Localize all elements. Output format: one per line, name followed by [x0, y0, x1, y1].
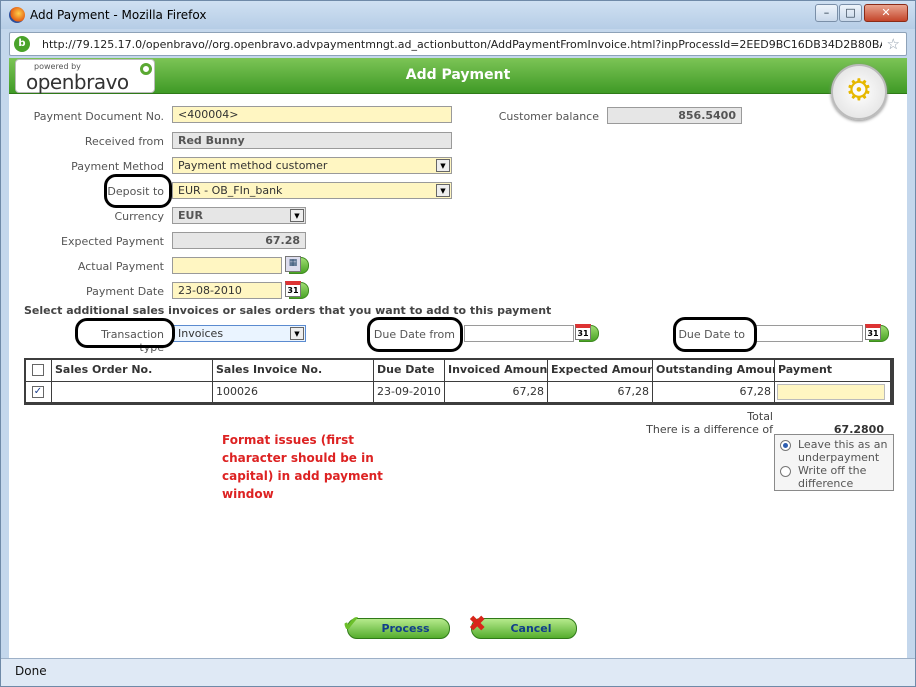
annotation-oval-transaction-type	[75, 318, 175, 348]
annotation-oval-due-date-to	[673, 317, 757, 352]
cancel-button[interactable]: ✖ Cancel	[468, 612, 577, 639]
browser-window: Add Payment - Mozilla Firefox – □ ✕ b ht…	[0, 0, 916, 687]
chevron-down-icon[interactable]: ▼	[290, 327, 304, 340]
deposit-to-select[interactable]: EUR - OB_FIn_bank ▼	[172, 182, 452, 199]
currency-value: EUR	[178, 209, 203, 222]
underpayment-radio[interactable]	[780, 440, 791, 451]
payment-doc-no-field[interactable]: <400004>	[172, 106, 452, 123]
col-header-sales-invoice-no[interactable]: Sales Invoice No.	[213, 360, 373, 381]
status-text: Done	[15, 664, 47, 678]
cancel-button-label: Cancel	[510, 622, 552, 635]
process-button[interactable]: ✔ Process	[342, 614, 450, 639]
cancel-x-icon: ✖	[468, 612, 487, 637]
customer-balance-field: 856.5400	[607, 107, 742, 124]
close-button[interactable]: ✕	[864, 4, 908, 22]
section-title: Select additional sales invoices or sale…	[24, 304, 552, 317]
col-header-payment[interactable]: Payment	[775, 360, 890, 381]
page-title: Add Payment	[405, 67, 511, 83]
chevron-down-icon[interactable]: ▼	[436, 159, 450, 172]
col-header-due-date[interactable]: Due Date	[374, 360, 444, 381]
annotation-note: Format issues (first character should be…	[222, 433, 383, 501]
maximize-button[interactable]: □	[839, 4, 862, 22]
calendar-icon: 31	[575, 324, 591, 340]
annotation-oval-deposit-to	[104, 174, 172, 208]
due-date-from-field[interactable]	[464, 325, 574, 342]
payment-input[interactable]	[777, 384, 885, 400]
bookmark-star-icon[interactable]: ☆	[887, 35, 900, 53]
process-gear-icon: ⚙	[831, 64, 887, 120]
payment-method-label: Payment Method	[71, 160, 164, 173]
minimize-button[interactable]: –	[815, 4, 838, 22]
transaction-type-select[interactable]: Invoices ▼	[172, 325, 306, 342]
col-header-sales-order-no[interactable]: Sales Order No.	[52, 360, 212, 381]
currency-label: Currency	[114, 210, 164, 223]
payment-method-value: Payment method customer	[178, 159, 328, 172]
col-header-invoiced-amount[interactable]: Invoiced Amount	[445, 360, 547, 381]
actual-payment-label: Actual Payment	[77, 260, 164, 273]
firefox-icon	[9, 7, 25, 23]
window-title: Add Payment - Mozilla Firefox	[30, 8, 207, 22]
payment-doc-no-label: Payment Document No.	[33, 110, 164, 123]
chevron-down-icon[interactable]: ▼	[436, 184, 450, 197]
customer-balance-label: Customer balance	[498, 110, 599, 123]
currency-select[interactable]: EUR ▼	[172, 207, 306, 224]
received-from-label: Received from	[84, 135, 164, 148]
select-all-header	[26, 360, 51, 381]
expected-payment-label: Expected Payment	[61, 235, 164, 248]
site-identity-icon[interactable]: b	[14, 36, 30, 52]
deposit-to-value: EUR - OB_FIn_bank	[178, 184, 283, 197]
cell-sales-order-no	[52, 382, 212, 402]
process-button-label: Process	[381, 622, 430, 635]
transaction-type-value: Invoices	[178, 327, 224, 340]
expected-payment-field: 67.28	[172, 232, 306, 249]
received-from-field: Red Bunny	[172, 132, 452, 149]
cell-payment	[775, 382, 890, 402]
calendar-icon: 31	[865, 324, 881, 340]
due-date-to-calendar-button[interactable]: 31	[865, 324, 889, 342]
window-titlebar[interactable]: Add Payment - Mozilla Firefox – □ ✕	[1, 1, 915, 29]
difference-options: Leave this as an underpayment Write off …	[774, 434, 894, 491]
write-off-label[interactable]: Write off the difference	[798, 464, 893, 490]
col-header-expected-amount[interactable]: Expected Amount	[548, 360, 652, 381]
due-date-from-calendar-button[interactable]: 31	[575, 324, 599, 342]
calendar-icon: 31	[285, 281, 301, 297]
row-checkbox[interactable]: ✓	[32, 386, 44, 398]
page-header: powered by openbravo Add Payment	[9, 58, 907, 94]
due-date-to-field[interactable]	[755, 325, 863, 342]
chevron-down-icon[interactable]: ▼	[290, 209, 304, 222]
cell-invoiced-amount: 67,28	[445, 382, 547, 402]
underpayment-label[interactable]: Leave this as an underpayment	[798, 438, 893, 464]
invoice-grid: Sales Order No. Sales Invoice No. Due Da…	[24, 358, 894, 405]
row-select-cell: ✓	[26, 382, 51, 402]
write-off-radio[interactable]	[780, 466, 791, 477]
cell-outstanding-amount: 67,28	[653, 382, 774, 402]
calculator-icon: ▦	[285, 256, 301, 272]
difference-label: There is a difference of	[646, 423, 773, 436]
cell-due-date: 23-09-2010	[374, 382, 444, 402]
check-icon: ✔	[342, 612, 361, 637]
payment-date-field[interactable]: 23-08-2010	[172, 282, 282, 299]
payment-date-label: Payment Date	[86, 285, 164, 298]
calculator-button[interactable]: ▦	[285, 256, 309, 274]
cell-expected-amount: 67,28	[548, 382, 652, 402]
select-all-checkbox[interactable]	[32, 364, 44, 376]
status-bar: Done	[1, 658, 915, 686]
payment-method-select[interactable]: Payment method customer ▼	[172, 157, 452, 174]
payment-date-calendar-button[interactable]: 31	[285, 281, 309, 299]
cell-sales-invoice-no: 100026	[213, 382, 373, 402]
add-payment-page: powered by openbravo Add Payment ⚙ Payme…	[9, 58, 907, 658]
actual-payment-field[interactable]	[172, 257, 282, 274]
total-label: Total	[747, 410, 773, 423]
url-text[interactable]: http://79.125.17.0/openbravo//org.openbr…	[42, 38, 882, 51]
address-bar[interactable]: b http://79.125.17.0/openbravo//org.open…	[9, 32, 907, 56]
col-header-outstanding-amount[interactable]: Outstanding Amount	[653, 360, 774, 381]
annotation-oval-due-date-from	[367, 317, 463, 352]
